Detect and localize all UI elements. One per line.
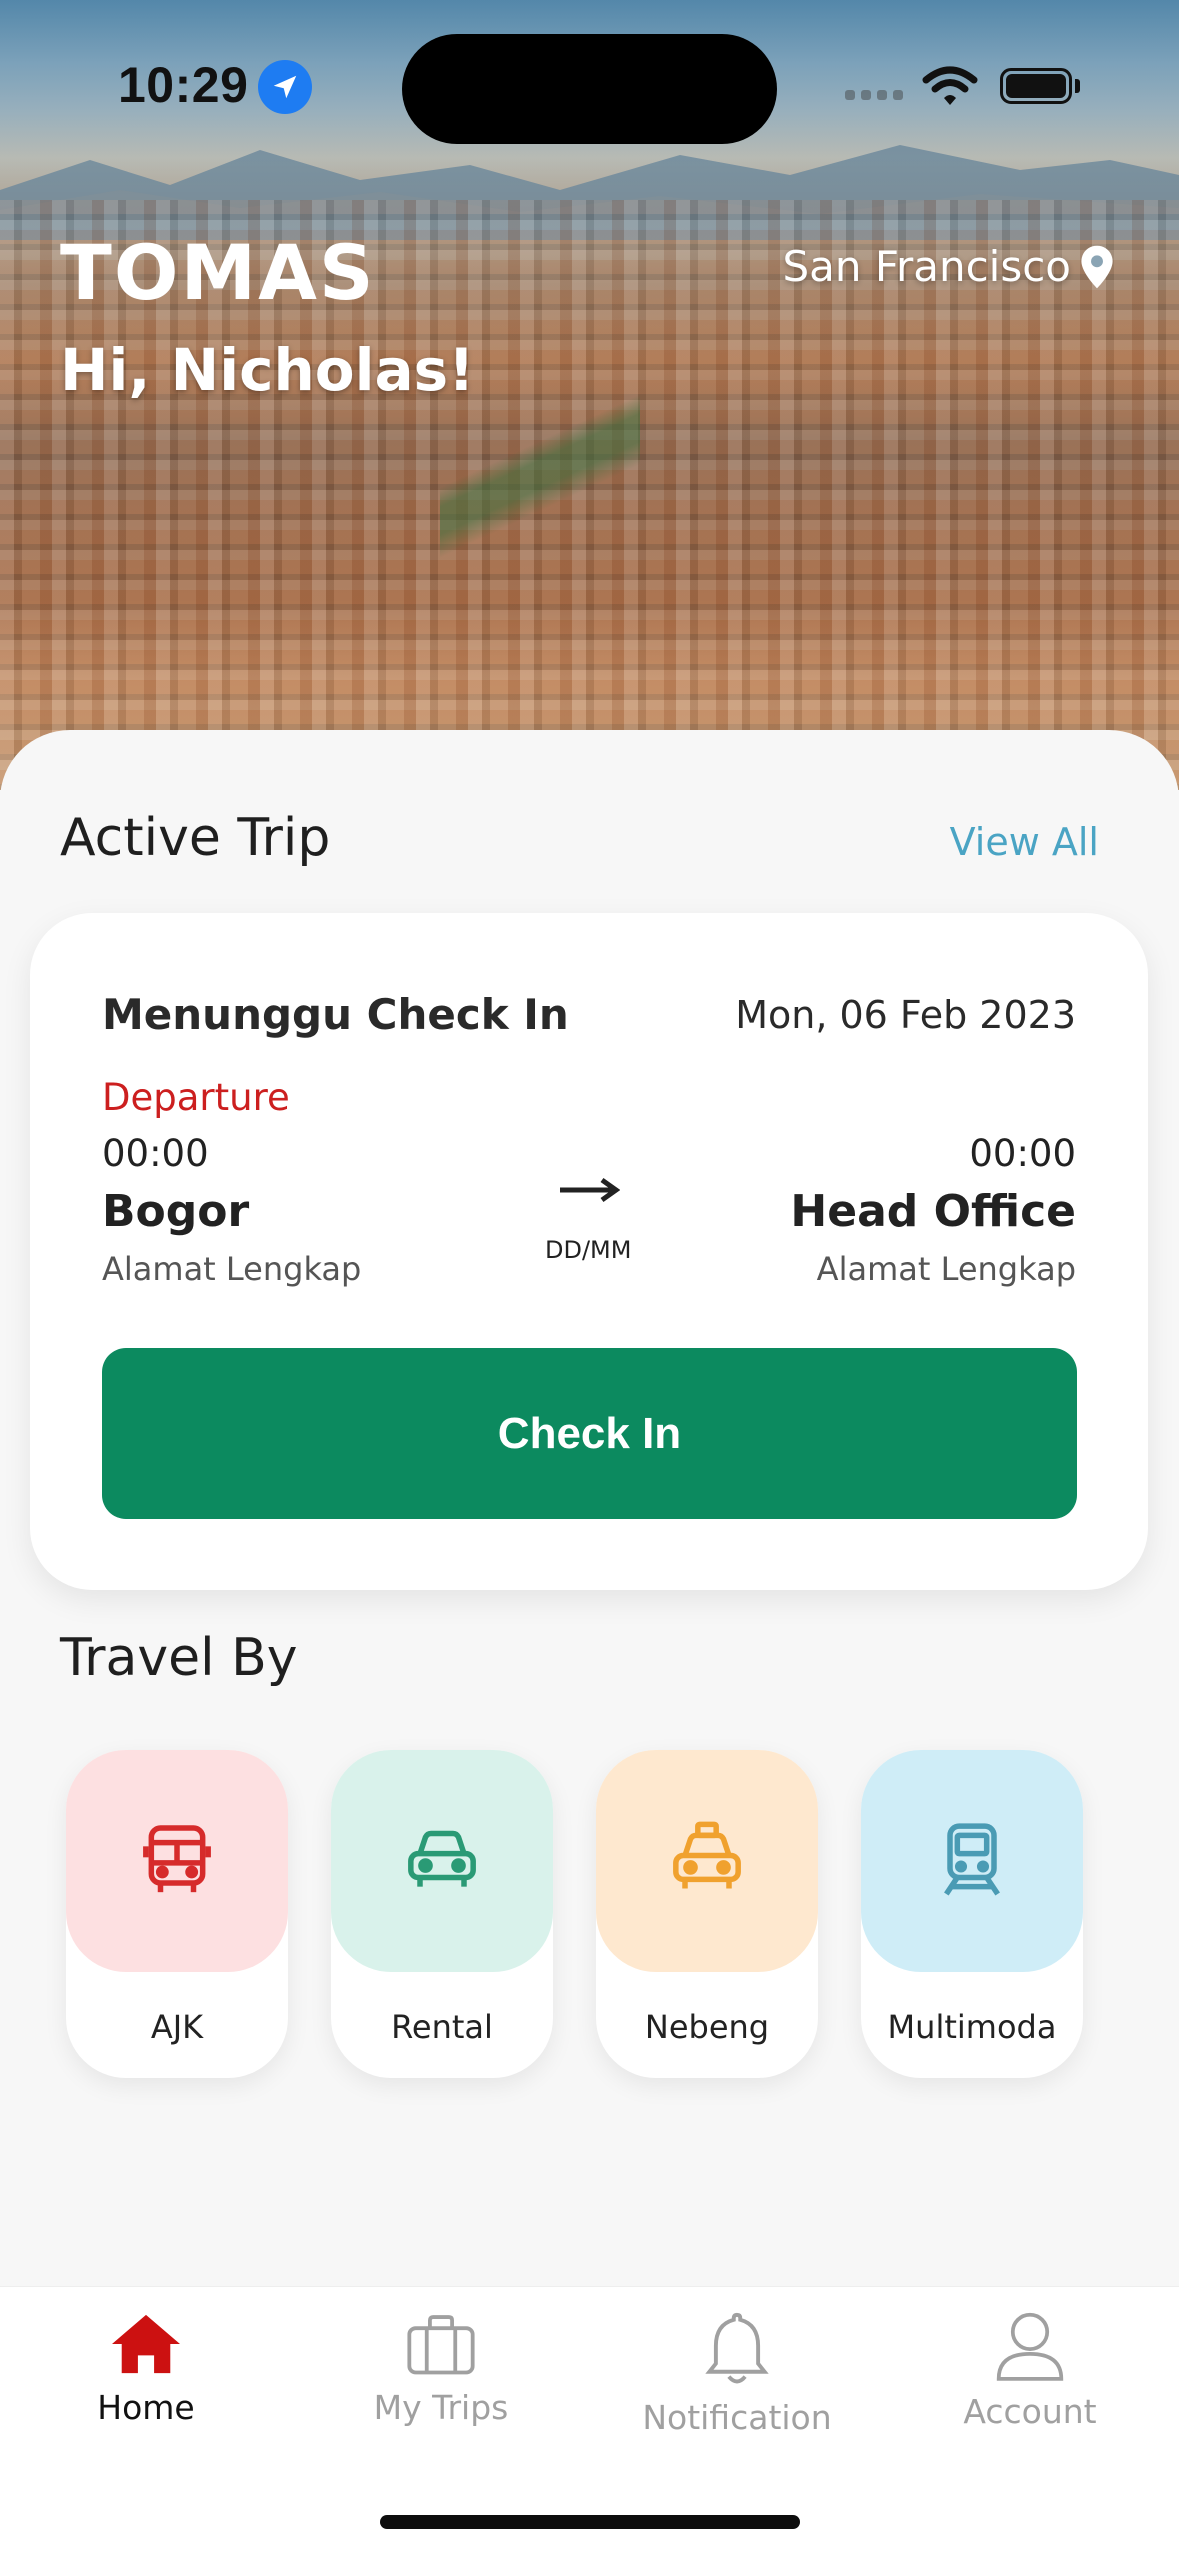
train-icon: [861, 1750, 1083, 1972]
car-icon: [331, 1750, 553, 1972]
view-all-link[interactable]: View All: [950, 820, 1099, 864]
trip-date-placeholder: DD/MM: [545, 1236, 632, 1264]
tab-my-trips[interactable]: My Trips: [331, 2310, 551, 2427]
bus-icon: [66, 1750, 288, 1972]
trip-status: Menunggu Check In: [102, 990, 569, 1039]
origin-address: Alamat Lengkap: [102, 1250, 362, 1288]
arrow-right-icon: [560, 1177, 620, 1203]
travel-mode-rental[interactable]: Rental: [331, 1750, 553, 2078]
active-trip-title: Active Trip: [60, 808, 331, 868]
tab-label: Home: [97, 2388, 195, 2427]
destination-city: Head Office: [790, 1186, 1076, 1237]
home-indicator[interactable]: [380, 2515, 800, 2529]
departure-label: Departure: [102, 1076, 290, 1119]
travel-mode-nebeng[interactable]: Nebeng: [596, 1750, 818, 2078]
home-icon: [112, 2314, 180, 2374]
travel-by-title: Travel By: [60, 1628, 298, 1688]
battery-icon: [1000, 68, 1072, 104]
bell-icon: [705, 2312, 769, 2384]
current-location[interactable]: San Francisco: [782, 242, 1071, 291]
travel-mode-label: Rental: [391, 2008, 493, 2046]
travel-mode-ajk[interactable]: AJK: [66, 1750, 288, 2078]
departure-time: 00:00: [102, 1132, 209, 1175]
dynamic-island: [402, 34, 777, 144]
app-logo: TOMAS: [60, 228, 376, 317]
cellular-signal-icon: [845, 90, 903, 100]
travel-mode-label: AJK: [150, 2008, 204, 2046]
tab-label: My Trips: [373, 2388, 509, 2427]
travel-mode-multimoda[interactable]: Multimoda: [861, 1750, 1083, 2078]
arrival-time: 00:00: [969, 1132, 1076, 1175]
origin-city: Bogor: [102, 1186, 250, 1237]
location-services-icon: [258, 60, 312, 114]
check-in-button[interactable]: Check In: [102, 1348, 1077, 1519]
taxi-icon: [596, 1750, 818, 1972]
tab-label: Notification: [642, 2398, 832, 2437]
greeting-text: Hi, Nicholas!: [60, 336, 475, 404]
tab-label: Account: [963, 2392, 1097, 2431]
user-icon: [996, 2312, 1064, 2381]
status-time: 10:29: [118, 57, 249, 113]
destination-address: Alamat Lengkap: [816, 1250, 1076, 1288]
trip-date: Mon, 06 Feb 2023: [735, 993, 1076, 1037]
wifi-icon: [922, 66, 978, 105]
travel-mode-label: Multimoda: [887, 2008, 1057, 2046]
tab-account[interactable]: Account: [920, 2310, 1140, 2431]
tab-notification[interactable]: Notification: [627, 2310, 847, 2437]
briefcase-icon: [407, 2315, 475, 2375]
tab-home[interactable]: Home: [36, 2310, 256, 2427]
map-pin-icon[interactable]: [1080, 244, 1114, 290]
travel-mode-label: Nebeng: [644, 2008, 770, 2046]
